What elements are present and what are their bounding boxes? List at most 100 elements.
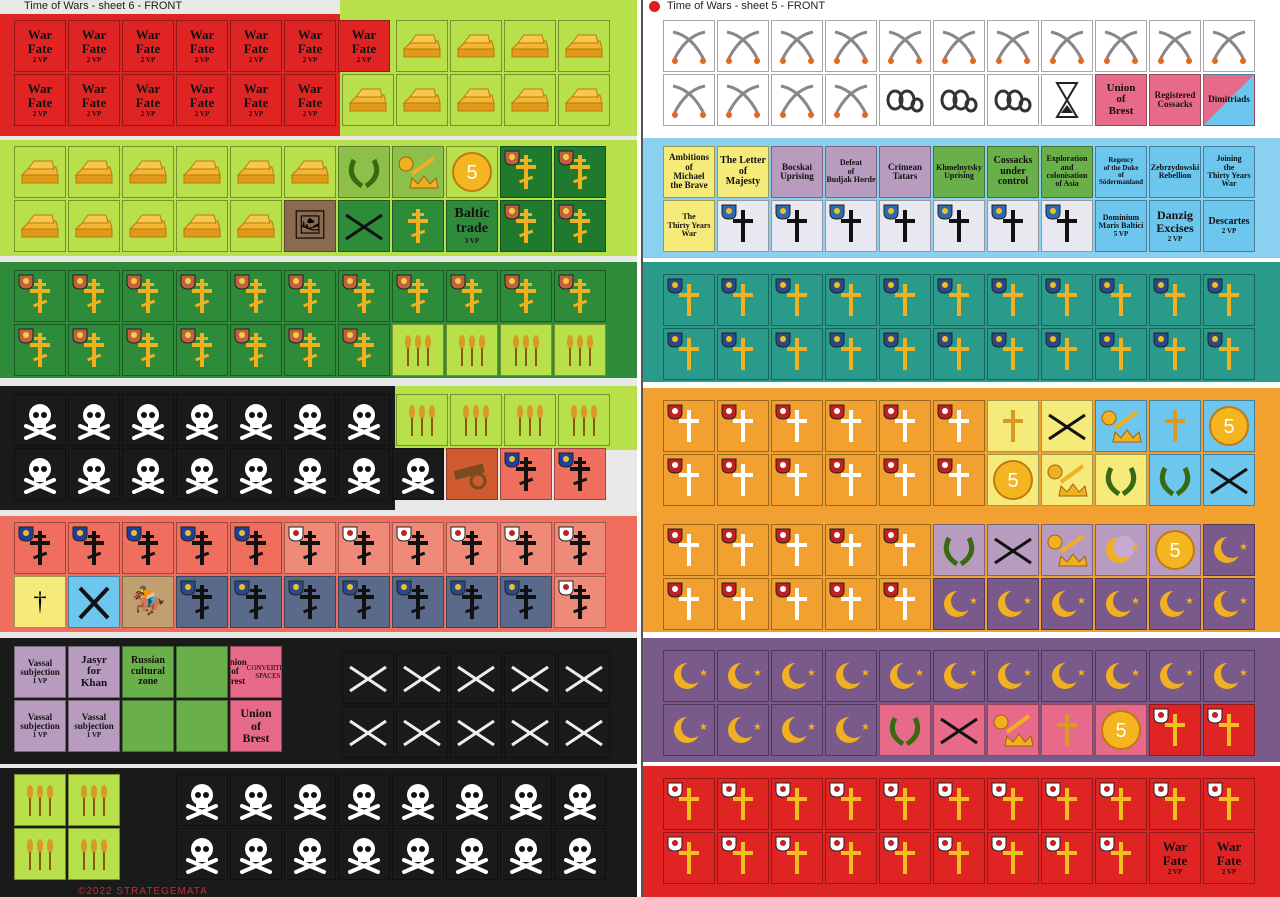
muskets-counter xyxy=(396,652,448,704)
horseman-counter: 🏇 xyxy=(122,576,174,628)
coat-of-arms-icon xyxy=(667,836,683,852)
wreath-counter xyxy=(1095,454,1147,506)
svg-text:★: ★ xyxy=(861,668,870,679)
coat-of-arms-icon xyxy=(1099,782,1115,798)
skull-counter xyxy=(230,828,282,880)
counter-label: War Fate 2 VP xyxy=(189,27,215,64)
orthodox-counter xyxy=(392,200,444,252)
crimean-tatars-counter: Crimean Tatars xyxy=(879,146,931,198)
coat-of-arms-icon xyxy=(1099,278,1115,294)
coat-of-arms-icon xyxy=(667,528,683,544)
latin-cross-counter xyxy=(663,400,715,452)
coat-of-arms-icon xyxy=(667,582,683,598)
coat-of-arms-icon xyxy=(667,332,683,348)
coat-of-arms-icon xyxy=(829,332,845,348)
skull-counter xyxy=(338,828,390,880)
chains-counter xyxy=(933,74,985,126)
latin-cross-counter xyxy=(933,274,985,326)
coat-of-arms-icon xyxy=(72,328,88,344)
latin-cross-counter xyxy=(1041,328,1093,380)
latin-cross-counter xyxy=(1149,328,1201,380)
cross-counter xyxy=(338,576,390,628)
skull-counter xyxy=(338,774,390,826)
muskets-counter xyxy=(504,652,556,704)
orthodox-counter xyxy=(122,324,174,376)
latin-cross-counter xyxy=(933,454,985,506)
coat-of-arms-icon xyxy=(775,528,791,544)
letter-of-majesty-counter: The Letter of Majesty xyxy=(717,146,769,198)
coat-of-arms-icon xyxy=(829,404,845,420)
coat-of-arms-icon xyxy=(1153,708,1169,724)
coin-5-counter: 5 xyxy=(446,146,498,198)
coat-of-arms-icon xyxy=(288,274,304,290)
war-fate-counter: War Fate 2 VP xyxy=(68,20,120,72)
orthodox-counter xyxy=(500,200,552,252)
svg-text:★: ★ xyxy=(1131,542,1140,553)
gold-counter xyxy=(504,20,556,72)
coat-of-arms-icon xyxy=(18,328,34,344)
orthodox-counter xyxy=(554,146,606,198)
latin-cross-counter xyxy=(771,328,823,380)
war-fate-counter: War Fate 2 VP xyxy=(284,20,336,72)
coat-of-arms-icon xyxy=(180,526,196,542)
latin-cross-counter xyxy=(1041,274,1093,326)
gold-counter xyxy=(558,20,610,72)
svg-text:★: ★ xyxy=(861,722,870,733)
coat-of-arms-icon xyxy=(937,836,953,852)
crossed-sabres-counter xyxy=(825,20,877,72)
svg-text:★: ★ xyxy=(1239,668,1248,679)
coat-of-arms-icon xyxy=(775,582,791,598)
orthodox-counter xyxy=(68,270,120,322)
blank-counter xyxy=(122,700,174,752)
counter-label: The Letter of Majesty xyxy=(720,155,766,188)
vassal-subjection-counter: Vassal subjection 1 VP xyxy=(14,646,66,698)
coat-of-arms-icon xyxy=(1045,278,1061,294)
latin-cross-counter xyxy=(825,200,877,252)
svg-text:★: ★ xyxy=(753,722,762,733)
cross-counter xyxy=(68,522,120,574)
latin-cross-counter xyxy=(771,778,823,830)
coat-of-arms-icon xyxy=(937,782,953,798)
svg-text:★: ★ xyxy=(1131,668,1140,679)
latin-cross-counter xyxy=(987,778,1039,830)
coat-of-arms-icon xyxy=(1099,836,1115,852)
coat-of-arms-icon xyxy=(1207,332,1223,348)
skull-counter xyxy=(338,394,390,446)
latin-cross-counter xyxy=(717,200,769,252)
orthodox-counter xyxy=(68,324,120,376)
muskets-counter xyxy=(558,652,610,704)
latin-cross-counter xyxy=(987,274,1039,326)
wreath-counter xyxy=(338,146,390,198)
war-fate-counter: War Fate 2 VP xyxy=(14,20,66,72)
coat-of-arms-icon xyxy=(504,204,520,220)
muskets-counter xyxy=(504,706,556,758)
muskets-counter xyxy=(342,706,394,758)
coat-of-arms-icon xyxy=(721,782,737,798)
coat-of-arms-icon xyxy=(991,332,1007,348)
jasyr-for-khan-counter: Jasyr for Khan xyxy=(68,646,120,698)
coat-of-arms-icon xyxy=(180,580,196,596)
svg-text:★: ★ xyxy=(807,668,816,679)
coat-of-arms-icon xyxy=(667,404,683,420)
crossed-sabres-counter xyxy=(717,74,769,126)
union-of-brest-counter: Union of Brest xyxy=(1095,74,1147,126)
cross-counter xyxy=(554,576,606,628)
horseman-icon: 🏇 xyxy=(130,586,166,617)
coat-of-arms-icon xyxy=(883,404,899,420)
thirty-years-war-counter: The Thirty Years War xyxy=(663,200,715,252)
skull-counter xyxy=(122,448,174,500)
latin-cross-counter xyxy=(825,328,877,380)
coat-of-arms-icon xyxy=(883,278,899,294)
latin-cross-counter xyxy=(933,400,985,452)
skull-counter xyxy=(176,774,228,826)
coat-of-arms-icon xyxy=(1045,332,1061,348)
danzig-excises-counter: Danzig Excises 2 VP xyxy=(1149,200,1201,252)
coat-of-arms-icon xyxy=(126,526,142,542)
orthodox-counter xyxy=(554,200,606,252)
russian-cultural-zone-counter: Russian cultural zone xyxy=(122,646,174,698)
blank-counter xyxy=(176,700,228,752)
coat-of-arms-icon xyxy=(937,332,953,348)
crescent-counter: ★ xyxy=(1041,650,1093,702)
latin-cross-counter xyxy=(879,524,931,576)
gold-counter xyxy=(284,146,336,198)
